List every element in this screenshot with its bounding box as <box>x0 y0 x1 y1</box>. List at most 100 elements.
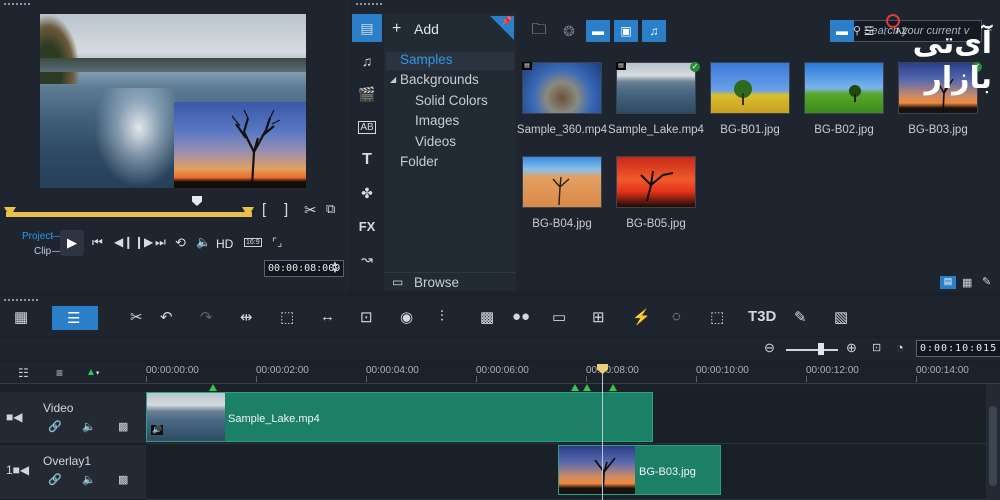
timeline-scrollbar[interactable] <box>986 384 1000 500</box>
scrollbar-thumb[interactable] <box>989 406 997 486</box>
library-panel-mode-icon[interactable]: ▤ <box>940 276 956 289</box>
mute-icon[interactable]: 🔈 <box>82 473 96 486</box>
redo-icon[interactable]: ↷ <box>200 308 213 326</box>
edit-icon[interactable]: ✎ <box>982 275 991 288</box>
storyboard-view-icon[interactable]: ▦ <box>14 308 28 326</box>
audio-icon[interactable]: ♫ <box>352 47 382 75</box>
fit-project-icon[interactable]: ⊡ <box>872 341 881 354</box>
trim-bar[interactable] <box>6 212 252 217</box>
clip-mode-label[interactable]: Clip <box>34 246 51 257</box>
motion-icon[interactable]: ⊡ <box>360 308 373 326</box>
snapshot-icon[interactable]: ⧉ <box>326 201 335 217</box>
circle-track-icon[interactable]: ◌ <box>672 308 681 325</box>
repeat-icon[interactable]: ⟲ <box>175 235 186 251</box>
split-scissors-icon[interactable]: ✂ <box>304 201 317 219</box>
aspect-ratio-button[interactable]: 16:9 <box>244 238 262 247</box>
filter-fx-icon[interactable]: FX <box>352 212 382 240</box>
track-header-overlay[interactable]: 1■◀ Overlay1 🔗 🔈 ▩ <box>0 445 146 500</box>
crop-icon[interactable]: ⌜⌟ <box>272 236 282 249</box>
mark-in-icon[interactable]: [ <box>262 201 266 218</box>
motion-track-icon[interactable]: ⚡ <box>632 308 651 326</box>
marker-icon[interactable]: ▲▾ <box>86 367 99 378</box>
timeline-ruler[interactable]: 00:00:00:00 00:00:02:00 00:00:04:00 00:0… <box>146 362 1000 384</box>
color-grading-icon[interactable]: ◉ <box>400 308 413 326</box>
project-duration[interactable]: 0:00:10:015 <box>916 340 1000 357</box>
pan-zoom-icon[interactable]: ⬚ <box>280 308 294 326</box>
tree-item-backgrounds[interactable]: Backgrounds <box>400 72 479 87</box>
link-icon[interactable]: 🔗 <box>48 420 62 433</box>
next-frame-icon[interactable]: ❙▶ <box>134 235 153 249</box>
prev-frame-icon[interactable]: ◀❙ <box>114 235 133 249</box>
record-icon[interactable]: ❂ <box>558 20 580 42</box>
trim-end-handle[interactable] <box>242 207 254 217</box>
zoom-slider-handle[interactable] <box>818 343 824 355</box>
tree-item-videos[interactable]: Videos <box>415 134 456 149</box>
split-screen-icon[interactable]: ⊞ <box>592 308 605 326</box>
track-lane-overlay[interactable]: BG-B03.jpg <box>146 445 986 500</box>
cue-marker[interactable] <box>209 384 217 391</box>
go-start-icon[interactable]: ⏮ <box>92 235 103 250</box>
multi-camera-icon[interactable]: ●● <box>512 308 530 325</box>
audio-wave-icon[interactable]: ⫶ <box>440 308 444 325</box>
player-grip[interactable] <box>0 0 350 8</box>
add-folder-button[interactable]: Add <box>414 21 439 37</box>
instant-project-icon[interactable]: 🎬 <box>352 80 382 108</box>
timecode-spinner-icon[interactable]: ▲ ▼ <box>331 260 339 275</box>
cue-marker[interactable] <box>583 384 591 391</box>
media-item[interactable]: ▤ ✓ Sample_Lake.mp4 <box>608 52 706 146</box>
media-item[interactable]: ▤ Sample_360.mp4 <box>517 52 612 146</box>
import-folder-icon[interactable]: 🗀 <box>528 20 550 42</box>
scrubber-handle[interactable] <box>192 196 202 206</box>
preview-overlay-image[interactable] <box>174 102 306 188</box>
track-header-video[interactable]: ■◀ Video 🔗 🔈 ▩ <box>0 392 146 444</box>
timeline-clip[interactable]: 🔊 Sample_Lake.mp4 <box>146 392 653 442</box>
mute-icon[interactable]: 🔈 <box>82 420 96 433</box>
hd-toggle[interactable]: HD <box>216 237 233 251</box>
mask-icon[interactable]: ▩ <box>480 308 494 326</box>
media-icon[interactable]: ▤ <box>352 14 382 42</box>
3d-title-icon[interactable]: T3D <box>748 308 776 325</box>
cue-marker[interactable] <box>609 384 617 391</box>
zoom-slider[interactable] <box>786 349 838 351</box>
preview-window[interactable] <box>40 14 306 188</box>
stretch-icon[interactable]: ↔ <box>320 308 335 325</box>
track-name[interactable]: Video <box>43 401 73 415</box>
split-screen-template-icon[interactable]: ▧ <box>834 308 848 326</box>
playhead-line[interactable] <box>602 366 603 500</box>
show-videos-icon[interactable]: ▬ <box>586 20 610 42</box>
tree-expand-icon[interactable]: ◢ <box>390 75 396 84</box>
media-item[interactable]: BG-B04.jpg <box>518 146 612 240</box>
tree-item-solid-colors[interactable]: Solid Colors <box>415 93 488 108</box>
library-grip[interactable] <box>352 0 1000 8</box>
thumbnail-view-icon[interactable]: ▬ <box>830 20 854 42</box>
cue-marker[interactable] <box>571 384 579 391</box>
subtitle-icon[interactable]: ▭ <box>552 308 566 326</box>
mosaic-icon[interactable]: ⬚ <box>710 308 724 326</box>
transition-icon[interactable]: AB <box>352 113 382 141</box>
tools-icon[interactable]: ✂ <box>130 308 143 326</box>
zoom-out-icon[interactable]: ⊖ <box>764 340 775 356</box>
timeline-clip[interactable]: BG-B03.jpg <box>558 445 721 495</box>
chapter-icon[interactable]: ≡ <box>56 366 63 380</box>
timeline-grip[interactable] <box>0 296 1000 304</box>
link-icon[interactable]: 🔗 <box>48 473 62 486</box>
mark-out-icon[interactable]: ] <box>284 201 288 218</box>
track-manager-icon[interactable]: ☷ <box>18 366 29 380</box>
show-photos-icon[interactable]: ▣ <box>614 20 638 42</box>
project-mode-label[interactable]: Project <box>22 231 53 242</box>
volume-icon[interactable]: 🔈 <box>196 235 211 249</box>
title-icon[interactable]: T <box>352 146 382 174</box>
auto-music-icon[interactable]: ✎ <box>794 308 807 326</box>
tree-item-images[interactable]: Images <box>415 113 459 128</box>
play-button[interactable]: ▶ <box>60 230 84 256</box>
media-item[interactable]: BG-B05.jpg <box>612 146 706 240</box>
zoom-in-icon[interactable]: ⊕ <box>846 340 857 356</box>
path-icon[interactable]: ↝ <box>352 245 382 273</box>
ripple-icon[interactable]: ▩ <box>118 473 128 486</box>
show-audio-icon[interactable]: ♫ <box>642 20 666 42</box>
ripple-icon[interactable]: ▩ <box>118 420 128 433</box>
track-lane-video[interactable]: 🔊 Sample_Lake.mp4 <box>146 392 986 444</box>
add-icon[interactable]: + <box>392 20 401 38</box>
undo-icon[interactable]: ↶ <box>160 308 173 326</box>
track-name[interactable]: Overlay1 <box>43 454 91 468</box>
